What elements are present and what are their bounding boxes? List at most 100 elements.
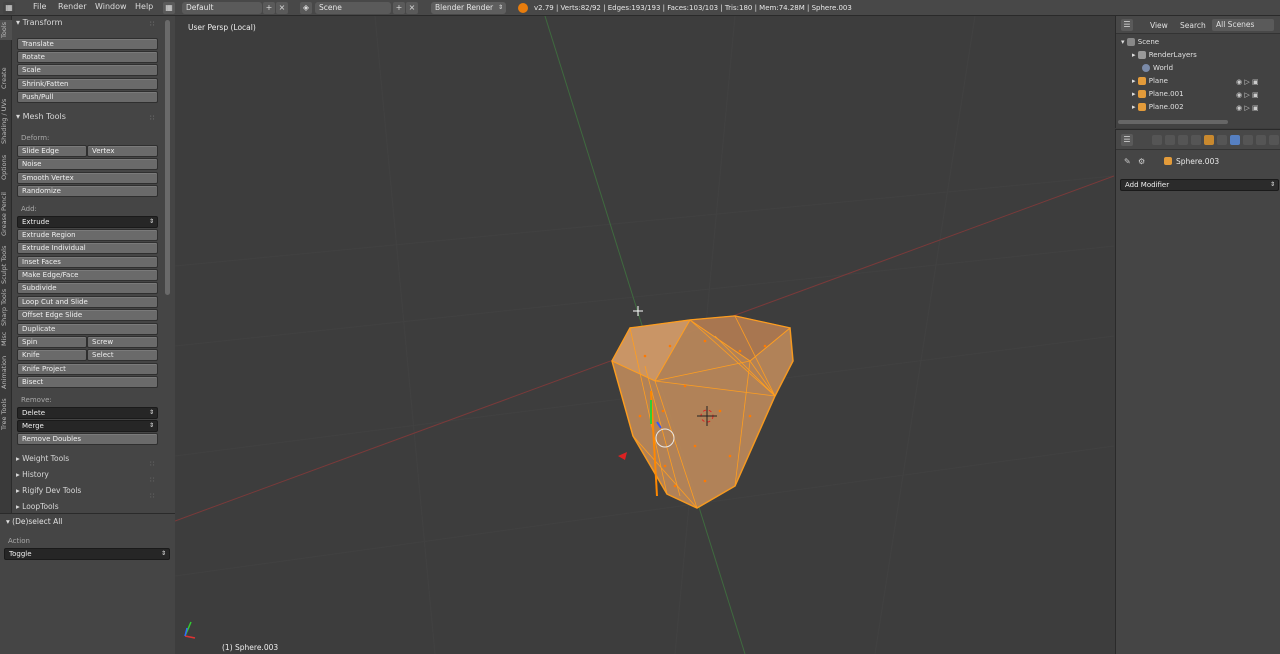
object-tab-icon[interactable]	[1204, 135, 1214, 145]
editor-type-icon[interactable]: ▦	[3, 2, 15, 14]
tab-sculpt-tools[interactable]: Sculpt Tools	[0, 244, 12, 286]
properties-editor-icon[interactable]: ☰	[1121, 134, 1133, 146]
scene-tab-icon[interactable]	[1178, 135, 1188, 145]
view-name-label: User Persp (Local)	[188, 23, 256, 32]
rotate-button[interactable]: Rotate	[17, 51, 158, 63]
outliner-item-scene[interactable]: ▾ Scene	[1116, 36, 1280, 49]
drag-handle-icon[interactable]: ∷ ∷ ∷	[150, 456, 154, 504]
render-engine-dropdown[interactable]: Blender Render ⇕	[431, 2, 506, 14]
outliner-scrollbar[interactable]	[1118, 120, 1228, 124]
tab-shading-uvs[interactable]: Shading / UVs	[0, 96, 12, 146]
history-panel-header[interactable]: ▸ History	[16, 470, 49, 479]
menu-render[interactable]: Render	[58, 2, 86, 11]
extrude-individual-button[interactable]: Extrude Individual	[17, 242, 158, 254]
looptools-panel-header[interactable]: ▸ LoopTools	[16, 502, 59, 511]
delete-dropdown[interactable]: Delete ⇕	[17, 407, 158, 419]
extrude-region-button[interactable]: Extrude Region	[17, 229, 158, 241]
subdivide-button[interactable]: Subdivide	[17, 282, 158, 294]
history-title: History	[22, 470, 49, 479]
scene-field[interactable]: Scene	[315, 2, 391, 14]
3d-viewport[interactable]: User Persp (Local) (1) Sphere.003	[175, 16, 1114, 654]
make-edge-face-button[interactable]: Make Edge/Face	[17, 269, 158, 281]
rigify-dev-tools-panel-header[interactable]: ▸ Rigify Dev Tools	[16, 486, 81, 495]
offset-edge-slide-button[interactable]: Offset Edge Slide	[17, 309, 158, 321]
vertex-button[interactable]: Vertex	[87, 145, 158, 157]
add-label: Add:	[21, 205, 37, 213]
deform-label: Deform:	[21, 134, 50, 142]
outliner-item-world[interactable]: World	[1116, 62, 1280, 75]
tab-tree-tools[interactable]: Tree Tools	[0, 396, 12, 432]
noise-button[interactable]: Noise	[17, 158, 158, 170]
remove-scene-icon[interactable]: ×	[406, 2, 418, 14]
shelf-scrollbar[interactable]	[165, 20, 170, 295]
tab-tools[interactable]: Tools	[0, 20, 12, 40]
outliner-item-renderlayers[interactable]: ▸ RenderLayers	[1116, 49, 1280, 62]
merge-dropdown[interactable]: Merge ⇕	[17, 420, 158, 432]
properties-header: ☰	[1116, 130, 1280, 150]
bisect-button[interactable]: Bisect	[17, 376, 158, 388]
material-tab-icon[interactable]	[1256, 135, 1266, 145]
scale-button[interactable]: Scale	[17, 64, 158, 76]
tab-sharp-tools[interactable]: Sharp Tools	[0, 289, 12, 326]
modifiers-tab-icon[interactable]	[1230, 135, 1240, 145]
texture-tab-icon[interactable]	[1269, 135, 1279, 145]
add-scene-icon[interactable]: +	[393, 2, 405, 14]
scene-icon[interactable]: ◈	[300, 2, 312, 14]
select-button[interactable]: Select	[87, 349, 158, 361]
shrink-fatten-button[interactable]: Shrink/Fatten	[17, 78, 158, 90]
randomize-button[interactable]: Randomize	[17, 185, 158, 197]
layout-field[interactable]: Default	[182, 2, 262, 14]
drag-handle-icon[interactable]: ∷	[150, 114, 154, 122]
tab-create[interactable]: Create	[0, 64, 12, 92]
outliner-item-label: Plane.001	[1148, 90, 1184, 98]
render-tab-icon[interactable]	[1152, 135, 1162, 145]
operator-title: (De)select All	[12, 517, 63, 526]
screw-button[interactable]: Screw	[87, 336, 158, 348]
action-dropdown[interactable]: Toggle ⇕	[4, 548, 170, 560]
all-scenes-dropdown[interactable]: All Scenes	[1212, 19, 1274, 31]
visibility-icons[interactable]: ◉ ▷ ▣ ◉ ▷ ▣ ◉ ▷ ▣	[1236, 76, 1259, 115]
push-pull-button[interactable]: Push/Pull	[17, 91, 158, 103]
outliner-editor-icon[interactable]: ☰	[1121, 19, 1133, 31]
translate-button[interactable]: Translate	[17, 38, 158, 50]
add-modifier-label: Add Modifier	[1125, 181, 1170, 189]
spin-button[interactable]: Spin	[17, 336, 87, 348]
pin-icon[interactable]: ✎	[1124, 157, 1131, 166]
weight-tools-panel-header[interactable]: ▸ Weight Tools	[16, 454, 69, 463]
menu-help[interactable]: Help	[135, 2, 153, 11]
transform-panel-header[interactable]: ▾ Transform	[16, 18, 62, 27]
smooth-vertex-button[interactable]: Smooth Vertex	[17, 172, 158, 184]
mesh-tools-panel-header[interactable]: ▾ Mesh Tools	[16, 112, 66, 121]
tab-animation[interactable]: Animation	[0, 352, 12, 392]
remove-label: Remove:	[21, 396, 52, 404]
remove-layout-icon[interactable]: ×	[276, 2, 288, 14]
operator-panel-header[interactable]: ▾ (De)select All	[6, 517, 62, 526]
gizmo-x-axis[interactable]	[618, 452, 627, 460]
constraints-tab-icon[interactable]	[1217, 135, 1227, 145]
menu-window[interactable]: Window	[95, 2, 127, 11]
menu-file[interactable]: File	[33, 2, 46, 11]
delete-label: Delete	[22, 409, 45, 417]
tab-misc[interactable]: Misc	[0, 330, 12, 348]
outliner-search-menu[interactable]: Search	[1180, 21, 1206, 30]
remove-doubles-button[interactable]: Remove Doubles	[17, 433, 158, 445]
inset-faces-button[interactable]: Inset Faces	[17, 256, 158, 268]
loop-cut-and-slide-button[interactable]: Loop Cut and Slide	[17, 296, 158, 308]
extrude-dropdown[interactable]: Extrude ⇕	[17, 216, 158, 228]
knife-project-button[interactable]: Knife Project	[17, 363, 158, 375]
outliner-header: ☰ View Search All Scenes	[1116, 16, 1280, 34]
layout-icon[interactable]: ▦	[163, 2, 175, 14]
tab-grease-pencil[interactable]: Grease Pencil	[0, 188, 12, 240]
world-tab-icon[interactable]	[1191, 135, 1201, 145]
drag-handle-icon[interactable]: ∷	[150, 20, 154, 28]
data-tab-icon[interactable]	[1243, 135, 1253, 145]
add-modifier-dropdown[interactable]: Add Modifier ⇕	[1120, 179, 1279, 191]
slide-edge-button[interactable]: Slide Edge	[17, 145, 87, 157]
render-layers-tab-icon[interactable]	[1165, 135, 1175, 145]
outliner-view-menu[interactable]: View	[1150, 21, 1168, 30]
add-layout-icon[interactable]: +	[263, 2, 275, 14]
tab-options[interactable]: Options	[0, 150, 12, 184]
selected-mesh[interactable]	[611, 315, 794, 509]
knife-button[interactable]: Knife	[17, 349, 87, 361]
duplicate-button[interactable]: Duplicate	[17, 323, 158, 335]
